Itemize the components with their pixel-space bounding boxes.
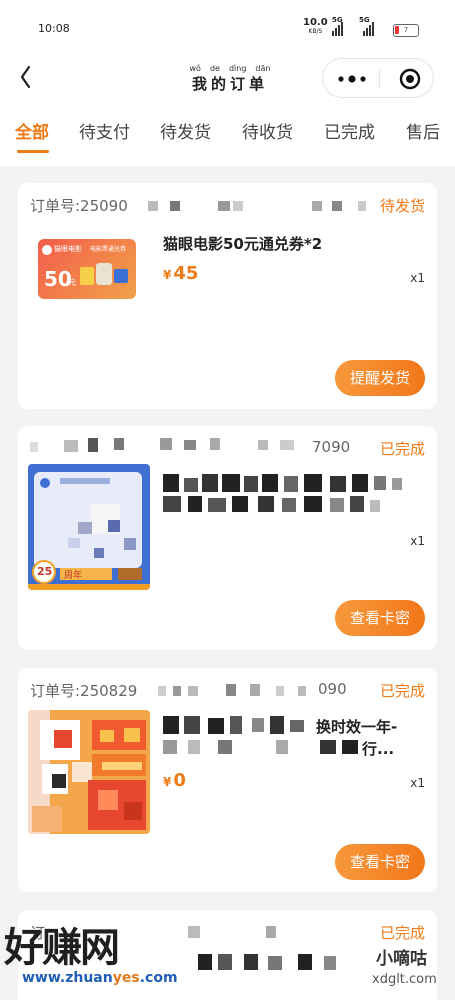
product-thumbnail[interactable]: 25 周年: [28, 464, 150, 590]
mini-program-capsule: [322, 58, 434, 98]
tab-pending-shipment[interactable]: 待发货: [160, 118, 211, 143]
back-arrow-icon[interactable]: [14, 62, 44, 92]
product-thumbnail[interactable]: [28, 710, 150, 834]
watermark-right: 小嘀咕 xdglt.com: [372, 949, 437, 987]
nav-bar: wǒ de dìng dān 我的订单: [0, 56, 455, 100]
order-card[interactable]: 订单号:250829 090 已完成 换时效一年- 行... ¥ 0 x1 查看…: [18, 668, 437, 892]
order-card[interactable]: 订单号:25090 待发货 猫眼电影 电影票通兑券 50 元 猫眼电影50元通兑…: [18, 183, 437, 409]
view-card-secret-button[interactable]: 查看卡密: [335, 600, 425, 636]
order-tabs: 全部 待支付 待发货 待收货 已完成 售后: [0, 100, 455, 166]
product-name: 猫眼电影50元通兑券*2: [163, 235, 323, 253]
signal-icon-2: 5G: [359, 16, 374, 36]
tab-completed[interactable]: 已完成: [324, 118, 375, 143]
product-thumbnail[interactable]: 猫眼电影 电影票通兑券 50 元: [28, 221, 148, 309]
view-card-secret-button[interactable]: 查看卡密: [335, 844, 425, 880]
tab-pending-payment[interactable]: 待支付: [79, 118, 130, 143]
product-quantity: x1: [410, 534, 425, 548]
watermark-left: 好赚网 www.zhuanyes.com: [4, 925, 178, 986]
order-status: 已完成: [379, 440, 425, 458]
order-status: 待发货: [379, 197, 425, 215]
status-bar: 10:08 10.0 KB/S 5G 5G 7: [0, 0, 455, 56]
signal-icon: 5G: [332, 16, 343, 36]
product-price: ¥0: [163, 770, 186, 791]
battery-icon: 7: [393, 24, 419, 37]
order-number: 7090: [312, 438, 351, 456]
more-dots-icon[interactable]: [337, 74, 367, 84]
status-time: 10:08: [38, 22, 70, 35]
tab-all[interactable]: 全部: [15, 118, 49, 143]
order-number-tail: 090: [318, 680, 347, 698]
order-number: 订单号:25090: [30, 197, 128, 215]
title-pinyin: wǒ de dìng dān: [189, 64, 271, 73]
order-number: 订单号:250829: [30, 682, 138, 700]
page-title: wǒ de dìng dān 我的订单: [180, 64, 280, 94]
active-tab-indicator: [17, 150, 49, 153]
remind-shipment-button[interactable]: 提醒发货: [335, 360, 425, 396]
order-status: 已完成: [379, 682, 425, 700]
order-card[interactable]: 7090 已完成 25 周年 x1 查看卡密: [18, 426, 437, 650]
target-icon[interactable]: [399, 68, 421, 90]
product-quantity: x1: [410, 271, 425, 285]
product-price: ¥45: [163, 263, 199, 284]
tab-pending-receipt[interactable]: 待收货: [242, 118, 293, 143]
network-speed: 10.0 KB/S: [303, 17, 328, 36]
product-quantity: x1: [410, 776, 425, 790]
tab-after-sales[interactable]: 售后: [406, 118, 440, 143]
